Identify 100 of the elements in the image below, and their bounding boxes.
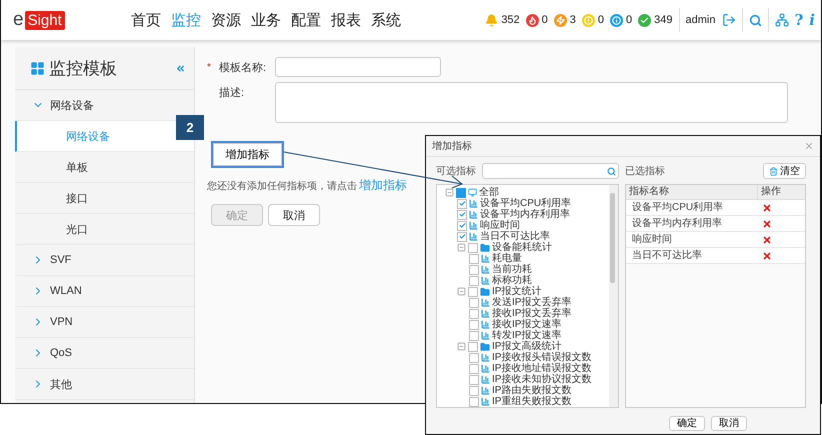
logout-icon[interactable] bbox=[722, 13, 736, 27]
collapse-icon[interactable] bbox=[457, 287, 466, 296]
tree-item[interactable]: 接收IP报文速率 bbox=[492, 319, 562, 330]
sidebar-group[interactable]: 其他 bbox=[15, 369, 194, 400]
bar-chart-icon bbox=[481, 331, 490, 340]
bar-chart-icon bbox=[481, 265, 490, 274]
check-icon[interactable] bbox=[638, 14, 652, 26]
delete-icon[interactable] bbox=[762, 234, 772, 244]
tree-item[interactable]: 转发IP报文速率 bbox=[492, 330, 562, 341]
tree-checkbox[interactable] bbox=[457, 198, 467, 208]
ok-button[interactable]: 确定 bbox=[669, 416, 705, 431]
tree-item[interactable]: 全部 bbox=[479, 187, 499, 198]
tree-item[interactable]: 标称功耗 bbox=[492, 275, 532, 286]
tree-item[interactable]: IP路由失败报文数 bbox=[492, 385, 572, 396]
sidebar-item[interactable]: 接口 bbox=[15, 183, 194, 214]
tree-checkbox[interactable] bbox=[468, 342, 478, 352]
dialog-title: 增加指标 bbox=[432, 140, 473, 153]
tree-item[interactable]: 当前功耗 bbox=[492, 264, 532, 275]
search-field[interactable] bbox=[482, 163, 619, 179]
tree-item[interactable]: 接收IP报文丢弃率 bbox=[492, 308, 572, 319]
nav-tab[interactable]: 系统 bbox=[371, 10, 401, 30]
add-metric-button[interactable]: 增加指标 bbox=[211, 141, 284, 168]
collapse-icon[interactable] bbox=[457, 342, 466, 351]
cancel-button[interactable]: 取消 bbox=[268, 204, 320, 226]
nav-tab[interactable]: 业务 bbox=[251, 10, 281, 30]
flame-icon[interactable] bbox=[526, 14, 539, 26]
alarm-count: 0 bbox=[598, 14, 604, 26]
collapse-icon[interactable] bbox=[457, 243, 466, 252]
bar-chart-icon bbox=[481, 276, 490, 285]
scrollbar[interactable] bbox=[609, 185, 618, 407]
tree-checkbox[interactable] bbox=[469, 298, 479, 308]
tree-item[interactable]: 设备平均内存利用率 bbox=[480, 209, 570, 220]
tree-item[interactable]: IP接收报头错误报文数 bbox=[492, 352, 592, 363]
clear-button[interactable]: 清空 bbox=[763, 163, 806, 179]
tree-item[interactable]: 耗电量 bbox=[492, 253, 522, 264]
panel-label: 已选指标 bbox=[625, 164, 665, 178]
tree-checkbox[interactable] bbox=[469, 264, 479, 274]
search-icon[interactable] bbox=[748, 14, 762, 26]
bar-chart-icon bbox=[481, 375, 490, 384]
grid-icon bbox=[30, 60, 45, 76]
tree-checkbox[interactable] bbox=[457, 232, 467, 242]
tree-checkbox[interactable] bbox=[469, 374, 479, 384]
tree-item[interactable]: 设备能耗统计 bbox=[492, 242, 552, 253]
user-name[interactable]: admin bbox=[686, 14, 716, 26]
bar-chart-icon bbox=[481, 309, 490, 318]
tree-checkbox[interactable] bbox=[469, 276, 479, 286]
cancel-button[interactable]: 取消 bbox=[711, 416, 747, 431]
alarm-count: 349 bbox=[654, 14, 673, 26]
sidebar-group[interactable]: SVF bbox=[15, 245, 194, 276]
tree-item[interactable]: IP重组失败报文数 bbox=[492, 396, 572, 407]
tree-checkbox[interactable] bbox=[469, 308, 479, 318]
tree-checkbox[interactable] bbox=[469, 352, 479, 362]
tree-checkbox[interactable] bbox=[456, 188, 466, 198]
description-field[interactable] bbox=[275, 82, 788, 123]
tree-item[interactable]: 设备平均CPU利用率 bbox=[480, 198, 572, 209]
tree-checkbox[interactable] bbox=[468, 286, 478, 296]
folder-icon bbox=[480, 286, 490, 296]
collapse-icon[interactable] bbox=[445, 188, 454, 197]
search-icon[interactable] bbox=[607, 166, 616, 176]
tree-checkbox[interactable] bbox=[468, 242, 478, 252]
name-field[interactable] bbox=[275, 57, 441, 77]
nav-tab[interactable]: 配置 bbox=[291, 10, 321, 30]
bar-chart-icon bbox=[481, 397, 490, 406]
tree-checkbox[interactable] bbox=[469, 320, 479, 330]
column-header: 操作 bbox=[757, 185, 805, 199]
field-label: 模板名称: bbox=[219, 61, 268, 75]
nav-tab[interactable]: 报表 bbox=[331, 10, 361, 30]
sidebar-group[interactable]: WLAN bbox=[15, 276, 194, 307]
tree-checkbox[interactable] bbox=[469, 364, 479, 374]
bell-icon[interactable] bbox=[485, 14, 498, 26]
sidebar-group[interactable]: QoS bbox=[15, 338, 194, 369]
info-icon[interactable] bbox=[610, 14, 624, 26]
tree-checkbox[interactable] bbox=[469, 396, 479, 406]
tree-item[interactable]: IP报文统计 bbox=[492, 286, 542, 297]
collapse-icon[interactable] bbox=[175, 62, 186, 74]
tree-item[interactable]: IP接收未知协议报文数 bbox=[492, 374, 592, 385]
exclamation-icon[interactable] bbox=[582, 14, 595, 26]
bar-chart-icon bbox=[481, 298, 490, 307]
tree-item[interactable]: 发送IP报文丢弃率 bbox=[492, 297, 572, 308]
tree-checkbox[interactable] bbox=[469, 330, 479, 340]
delete-icon[interactable] bbox=[762, 202, 772, 212]
tree-checkbox[interactable] bbox=[469, 386, 479, 396]
sidebar-item[interactable]: 单板 bbox=[15, 152, 194, 183]
tree-item[interactable]: IP接收地址错误报文数 bbox=[492, 363, 592, 374]
tree-checkbox[interactable] bbox=[457, 220, 467, 230]
sidebar-item[interactable]: 光口 bbox=[15, 214, 194, 245]
delete-icon[interactable] bbox=[762, 218, 772, 228]
bar-chart-icon bbox=[469, 232, 478, 241]
tree-checkbox[interactable] bbox=[469, 254, 479, 264]
tree-item[interactable]: 当日不可达比率 bbox=[480, 231, 550, 242]
sidebar-group[interactable]: VPN bbox=[15, 307, 194, 338]
lightning-icon[interactable] bbox=[554, 14, 567, 26]
close-icon[interactable] bbox=[804, 141, 814, 151]
hierarchy-icon[interactable] bbox=[774, 13, 788, 27]
tree-item[interactable]: 响应时间 bbox=[480, 220, 520, 231]
tree-item[interactable]: IP报文高级统计 bbox=[492, 341, 562, 352]
tree-checkbox[interactable] bbox=[457, 210, 467, 220]
nav-tab[interactable]: 资源 bbox=[211, 10, 241, 30]
nav-tab[interactable]: 首页 bbox=[131, 10, 161, 30]
delete-icon[interactable] bbox=[762, 250, 772, 260]
